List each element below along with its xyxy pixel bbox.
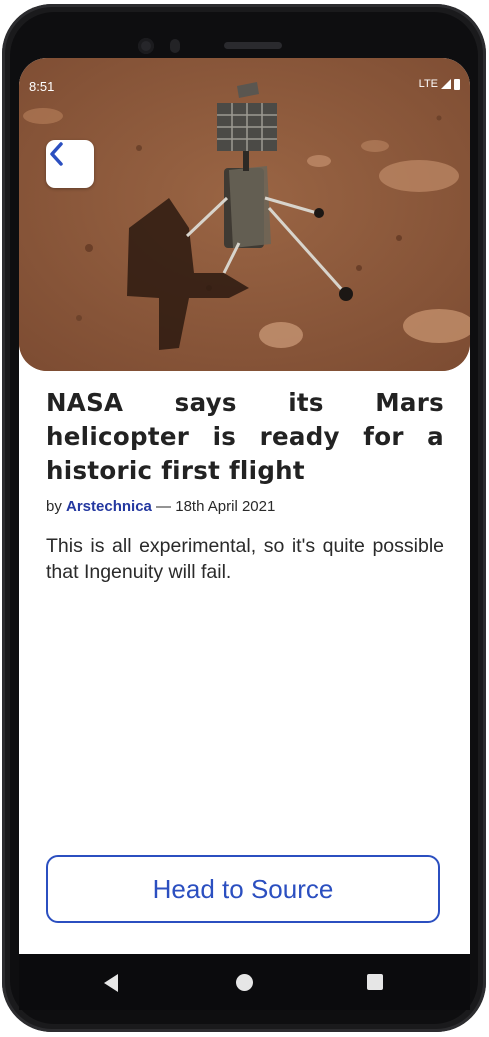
mars-helicopter-photo (19, 58, 470, 371)
article-byline: by Arstechnica — 18th April 2021 (46, 498, 444, 515)
system-nav-bar (19, 954, 470, 1010)
front-camera (138, 38, 154, 54)
head-to-source-button[interactable]: Head to Source (46, 855, 440, 923)
signal-icon (441, 79, 451, 89)
chevron-left-icon (50, 142, 63, 166)
status-bar: 8:51 LTE (19, 58, 470, 94)
article-content: NASA says its Mars helicopter is ready f… (46, 386, 444, 585)
article-body: This is all experimental, so it's quite … (46, 535, 444, 583)
article-date: 18th April 2021 (175, 498, 276, 515)
proximity-sensor (170, 39, 180, 53)
byline-prefix: by (46, 498, 62, 515)
app-screen: 8:51 LTE NASA says its Mars helicopter i… (19, 58, 470, 954)
battery-icon (454, 78, 460, 90)
article-title: NASA says its Mars helicopter is ready f… (46, 388, 444, 485)
nav-back-icon[interactable] (104, 974, 118, 992)
network-label: LTE (418, 78, 438, 90)
source-link[interactable]: Arstechnica (66, 498, 152, 515)
hero-image: 8:51 LTE (19, 58, 470, 371)
status-icons: LTE (419, 78, 460, 90)
nav-home-icon[interactable] (236, 974, 253, 991)
byline-separator: — (151, 498, 176, 515)
back-button[interactable] (46, 140, 94, 188)
status-time: 8:51 (29, 79, 55, 94)
earpiece-speaker (224, 42, 282, 49)
nav-recents-icon[interactable] (367, 974, 383, 990)
